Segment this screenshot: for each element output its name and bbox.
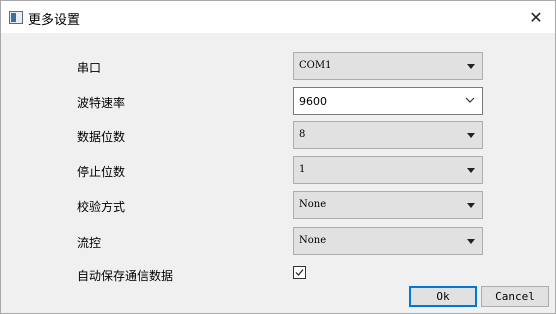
- parity-label: 校验方式: [77, 200, 126, 214]
- checkmark-icon: [295, 269, 304, 276]
- close-button[interactable]: ✕: [521, 3, 551, 31]
- stop-bits-value: 1: [299, 164, 306, 175]
- flow-control-label: 流控: [77, 236, 102, 250]
- serial-port-value: COM1: [299, 60, 332, 71]
- auto-save-checkbox[interactable]: [293, 266, 306, 279]
- stop-bits-select[interactable]: 1: [293, 156, 483, 184]
- dropdown-arrow-icon: [467, 239, 475, 244]
- dropdown-arrow-icon: [467, 168, 475, 173]
- baud-rate-label: 波特速率: [77, 96, 126, 110]
- ok-button[interactable]: Ok: [409, 286, 477, 307]
- serial-port-select[interactable]: COM1: [293, 52, 483, 80]
- dropdown-arrow-icon: [467, 203, 475, 208]
- cancel-button[interactable]: Cancel: [481, 286, 549, 307]
- auto-save-label: 自动保存通信数据: [77, 269, 174, 283]
- dropdown-arrow-icon: [467, 64, 475, 69]
- baud-rate-combobox[interactable]: 9600: [293, 87, 483, 115]
- title-bar: 更多设置 ✕: [1, 1, 555, 33]
- serial-port-label: 串口: [77, 61, 102, 75]
- dropdown-arrow-icon: [467, 133, 475, 138]
- settings-dialog: 更多设置 ✕ 串口 COM1 波特速率 9600 数据位数 8 停止位数 1 校…: [0, 0, 556, 314]
- data-bits-label: 数据位数: [77, 130, 126, 144]
- flow-control-value: None: [299, 235, 327, 246]
- flow-control-select[interactable]: None: [293, 227, 483, 255]
- dialog-title: 更多设置: [28, 13, 81, 28]
- stop-bits-label: 停止位数: [77, 165, 126, 179]
- parity-value: None: [299, 199, 327, 210]
- chevron-down-icon: [465, 97, 475, 103]
- parity-select[interactable]: None: [293, 191, 483, 219]
- data-bits-value: 8: [299, 129, 306, 140]
- data-bits-select[interactable]: 8: [293, 121, 483, 149]
- baud-rate-value: 9600: [299, 95, 327, 108]
- app-window-icon: [9, 11, 23, 24]
